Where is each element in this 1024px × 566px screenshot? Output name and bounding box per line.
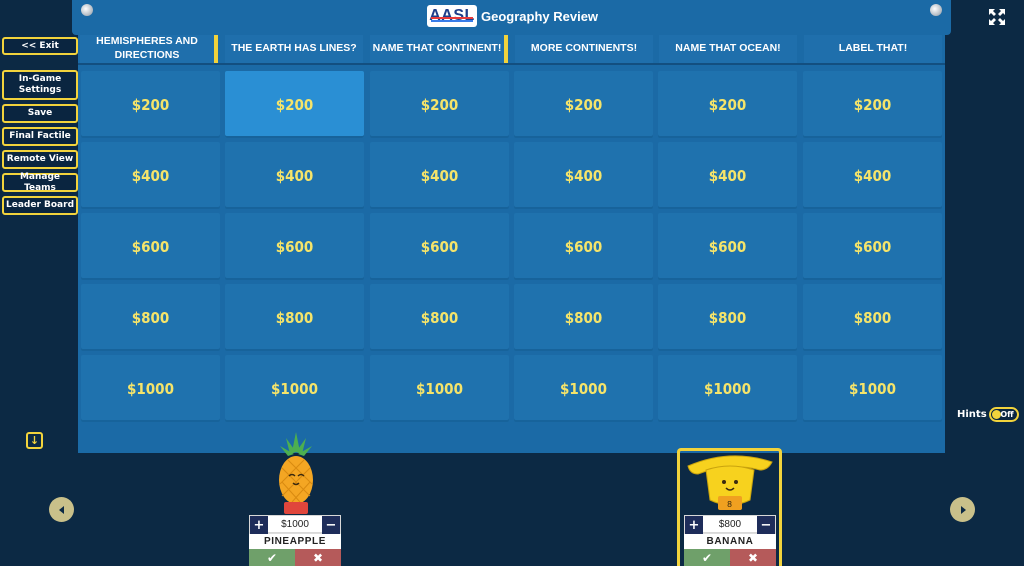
- question-cell[interactable]: $600: [658, 213, 797, 280]
- score-row: + $800 −: [684, 515, 776, 534]
- question-cell[interactable]: $600: [803, 213, 942, 280]
- hints-label: Hints: [957, 409, 987, 420]
- hints-control: Hints Off: [957, 407, 1019, 422]
- question-cell[interactable]: $1000: [81, 355, 220, 422]
- question-cell[interactable]: $400: [225, 142, 364, 209]
- team-card: + $1000 − PINEAPPLE ✔ ✖: [249, 515, 341, 566]
- bolt-icon: [930, 4, 942, 16]
- minus-icon[interactable]: −: [322, 516, 340, 534]
- question-cell[interactable]: $200: [81, 71, 220, 138]
- question-cell[interactable]: $200: [803, 71, 942, 138]
- svg-text:8: 8: [727, 500, 732, 509]
- question-cell[interactable]: $400: [803, 142, 942, 209]
- fullscreen-icon[interactable]: [989, 9, 1005, 25]
- next-team-button[interactable]: [950, 497, 975, 522]
- toggle-knob: [991, 410, 1001, 419]
- question-cell[interactable]: $200: [514, 71, 653, 138]
- category-header[interactable]: MORE CONTINENTS!: [515, 33, 653, 63]
- team-pineapple: + $1000 − PINEAPPLE ✔ ✖: [249, 430, 341, 566]
- question-cell[interactable]: $800: [514, 284, 653, 351]
- incorrect-button[interactable]: ✖: [295, 549, 341, 566]
- exit-button[interactable]: << Exit: [2, 37, 78, 55]
- team-card: + $800 − BANANA ✔ ✖: [684, 515, 776, 566]
- board-title-bar: AASL Geography Review: [72, 0, 951, 35]
- team-banana: 8 + $800 − BANANA ✔ ✖: [684, 450, 776, 566]
- question-cell[interactable]: $1000: [803, 355, 942, 422]
- side-menu: << Exit In-Game Settings Save Final Fact…: [2, 37, 78, 219]
- category-header[interactable]: THE EARTH HAS LINES?: [225, 33, 363, 63]
- question-cell[interactable]: $800: [370, 284, 509, 351]
- question-cell[interactable]: $1000: [514, 355, 653, 422]
- pineapple-avatar: [279, 432, 313, 514]
- plus-icon[interactable]: +: [685, 516, 703, 534]
- category-header[interactable]: NAME THAT OCEAN!: [659, 33, 797, 63]
- question-cell[interactable]: $1000: [370, 355, 509, 422]
- question-cell[interactable]: $800: [803, 284, 942, 351]
- score-row: + $1000 −: [249, 515, 341, 534]
- question-cell[interactable]: $1000: [658, 355, 797, 422]
- x-icon: ✖: [312, 550, 324, 565]
- leader-board-button[interactable]: Leader Board: [2, 196, 78, 215]
- header-divider: [78, 63, 945, 65]
- correct-button[interactable]: ✔: [684, 549, 730, 566]
- game-board: HEMISPHERES AND DIRECTIONS THE EARTH HAS…: [78, 29, 945, 453]
- remote-view-button[interactable]: Remote View: [2, 150, 78, 169]
- question-cell[interactable]: $400: [81, 142, 220, 209]
- incorrect-button[interactable]: ✖: [730, 549, 776, 566]
- board-title: AASL Geography Review: [427, 5, 598, 27]
- question-cell[interactable]: $400: [658, 142, 797, 209]
- question-cell[interactable]: $1000: [225, 355, 364, 422]
- game-title: Geography Review: [481, 8, 599, 24]
- scroll-down-button[interactable]: ↓: [26, 432, 43, 449]
- question-cell[interactable]: $200: [658, 71, 797, 138]
- save-button[interactable]: Save: [2, 104, 78, 123]
- category-header[interactable]: NAME THAT CONTINENT!: [370, 33, 508, 63]
- manage-teams-button[interactable]: Manage Teams: [2, 172, 78, 193]
- hints-state: Off: [1000, 410, 1014, 419]
- plus-icon[interactable]: +: [250, 516, 268, 534]
- correct-button[interactable]: ✔: [249, 549, 295, 566]
- banana-avatar: 8: [687, 455, 773, 510]
- previous-team-button[interactable]: [49, 497, 74, 522]
- bolt-icon: [81, 4, 93, 16]
- question-cell[interactable]: $800: [81, 284, 220, 351]
- minus-icon[interactable]: −: [757, 516, 775, 534]
- team-score: $1000: [281, 518, 309, 530]
- team-score: $800: [718, 518, 742, 530]
- team-name: BANANA: [684, 533, 776, 549]
- chevron-right-icon: [960, 505, 966, 514]
- question-cell[interactable]: $600: [514, 213, 653, 280]
- question-cell[interactable]: $600: [370, 213, 509, 280]
- judge-row: ✔ ✖: [249, 549, 341, 566]
- team-name: PINEAPPLE: [249, 533, 341, 549]
- question-cell[interactable]: $200: [370, 71, 509, 138]
- question-cell[interactable]: $400: [370, 142, 509, 209]
- question-cell[interactable]: $600: [81, 213, 220, 280]
- final-factile-button[interactable]: Final Factile: [2, 127, 78, 146]
- question-cell[interactable]: $200: [225, 71, 364, 138]
- question-cell[interactable]: $800: [225, 284, 364, 351]
- aasl-logo: AASL: [427, 5, 477, 27]
- in-game-settings-button[interactable]: In-Game Settings: [2, 70, 78, 100]
- question-cell[interactable]: $800: [658, 284, 797, 351]
- judge-row: ✔ ✖: [684, 549, 776, 566]
- chevron-left-icon: [58, 505, 64, 514]
- category-row: HEMISPHERES AND DIRECTIONS THE EARTH HAS…: [80, 33, 944, 63]
- question-cell[interactable]: $400: [514, 142, 653, 209]
- category-header[interactable]: LABEL THAT!: [804, 33, 942, 63]
- arrow-down-icon: ↓: [29, 434, 40, 447]
- hints-toggle[interactable]: Off: [988, 407, 1019, 422]
- question-cell[interactable]: $600: [225, 213, 364, 280]
- x-icon: ✖: [747, 550, 759, 565]
- check-icon: ✔: [266, 550, 278, 565]
- category-header[interactable]: HEMISPHERES AND DIRECTIONS: [80, 33, 218, 63]
- check-icon: ✔: [701, 550, 713, 565]
